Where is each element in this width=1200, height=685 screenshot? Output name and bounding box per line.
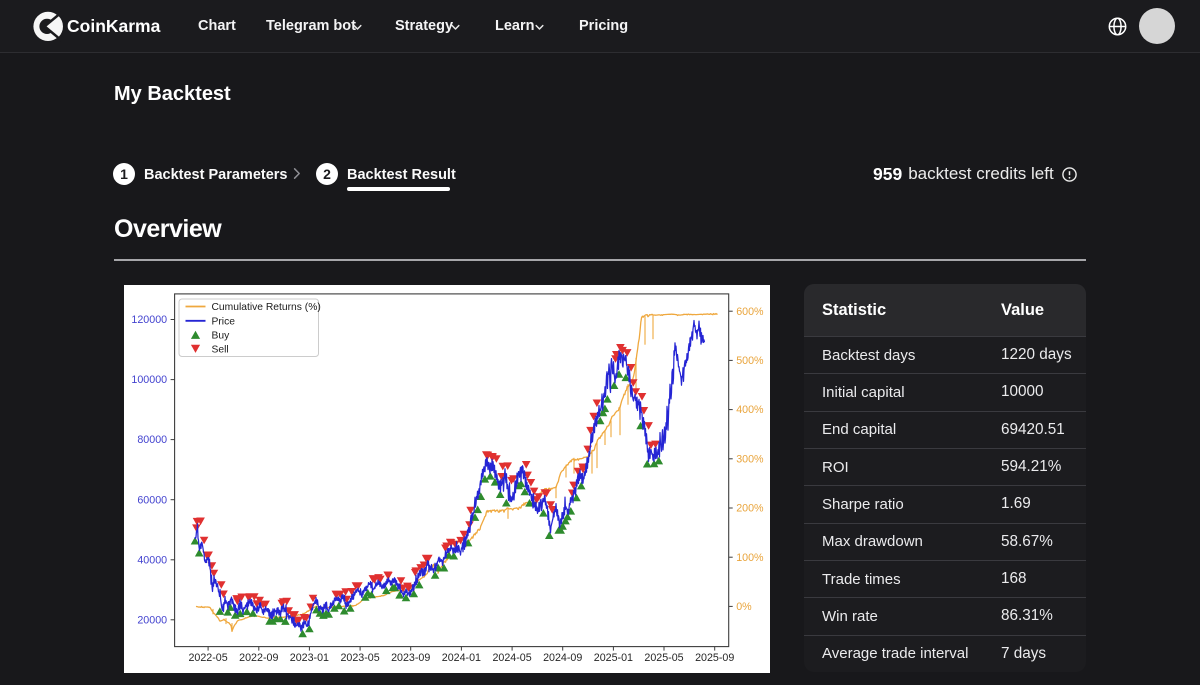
- svg-text:Cumulative Returns (%): Cumulative Returns (%): [212, 302, 321, 313]
- svg-text:300%: 300%: [736, 453, 764, 465]
- svg-text:2023-05: 2023-05: [340, 652, 379, 664]
- svg-text:500%: 500%: [736, 355, 764, 367]
- svg-text:60000: 60000: [137, 494, 167, 506]
- svg-text:80000: 80000: [137, 434, 167, 446]
- svg-text:2024-01: 2024-01: [442, 652, 481, 664]
- svg-text:Sell: Sell: [212, 344, 229, 355]
- svg-text:100%: 100%: [736, 552, 764, 564]
- svg-text:2025-01: 2025-01: [594, 652, 633, 664]
- svg-text:0%: 0%: [736, 601, 752, 613]
- svg-text:2023-09: 2023-09: [391, 652, 430, 664]
- svg-text:Price: Price: [212, 316, 236, 327]
- svg-text:2025-05: 2025-05: [644, 652, 683, 664]
- svg-text:100000: 100000: [131, 374, 167, 386]
- svg-text:2024-09: 2024-09: [543, 652, 582, 664]
- svg-text:Buy: Buy: [212, 330, 231, 341]
- svg-text:2022-05: 2022-05: [188, 652, 227, 664]
- svg-text:20000: 20000: [137, 614, 167, 626]
- svg-text:2024-05: 2024-05: [492, 652, 531, 664]
- svg-text:2025-09: 2025-09: [695, 652, 734, 664]
- svg-text:400%: 400%: [736, 404, 764, 416]
- svg-text:600%: 600%: [736, 306, 764, 318]
- svg-text:2023-01: 2023-01: [290, 652, 329, 664]
- svg-text:200%: 200%: [736, 503, 764, 515]
- svg-text:40000: 40000: [137, 554, 167, 566]
- svg-text:120000: 120000: [131, 314, 167, 326]
- svg-text:2022-09: 2022-09: [239, 652, 278, 664]
